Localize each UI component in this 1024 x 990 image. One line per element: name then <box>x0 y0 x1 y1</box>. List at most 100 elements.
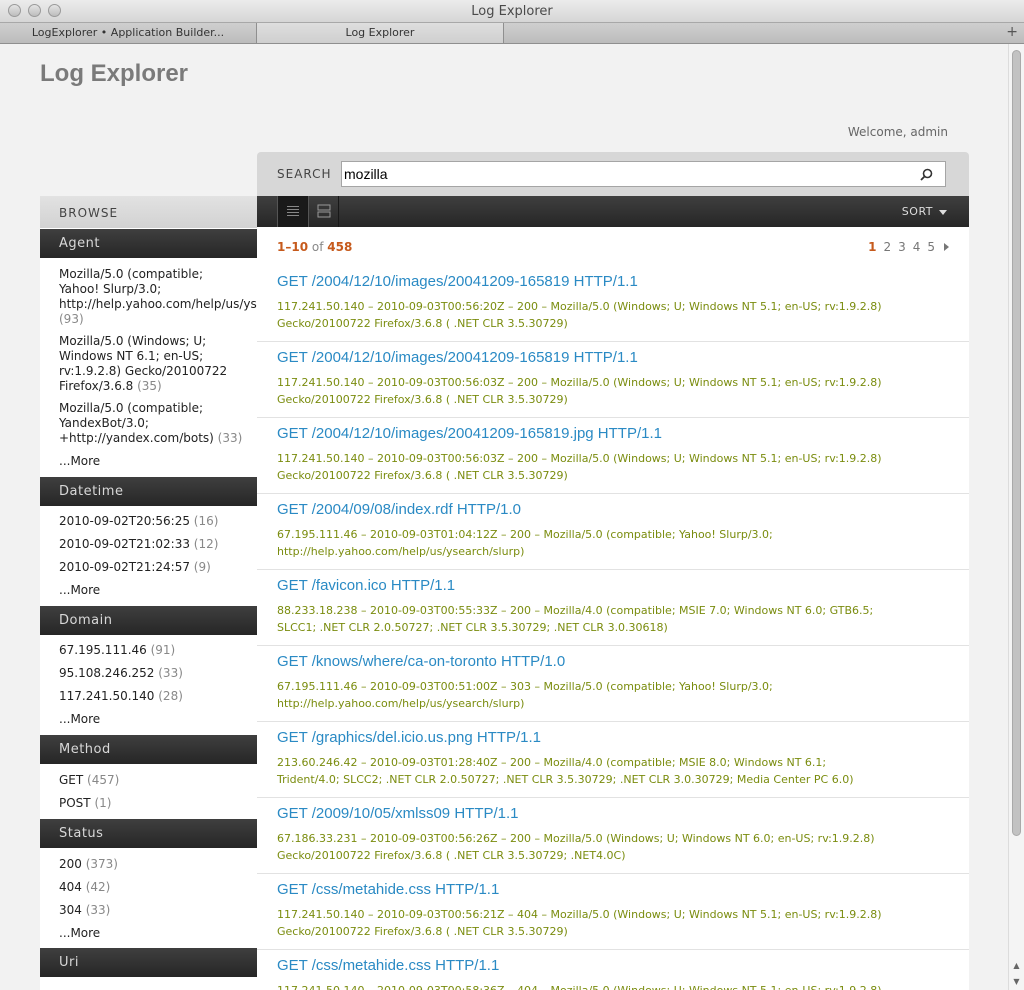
facet-header-method[interactable]: Method <box>40 735 257 764</box>
facet-item-count: (16) <box>193 514 219 528</box>
page-link-2[interactable]: 2 <box>883 240 891 254</box>
search-bar: SEARCH <box>257 152 969 196</box>
result-detail-line: 117.241.50.140 – 2010-09-03T00:56:21Z – … <box>277 908 882 921</box>
result-title-link[interactable]: GET /css/metahide.css HTTP/1.1 <box>277 881 499 898</box>
facet-title: Uri <box>59 955 79 970</box>
tab-application-builder[interactable]: LogExplorer • Application Builder... <box>0 23 257 43</box>
facet-item-count: (457) <box>87 773 120 787</box>
facet-item-text: Mozilla/5.0 (compatible; YandexBot/3.0; … <box>59 401 214 445</box>
result-detail-line: http://help.yahoo.com/help/us/ysearch/sl… <box>277 545 525 558</box>
facet-item-count: (28) <box>158 689 183 703</box>
result-detail-line: 67.195.111.46 – 2010-09-03T01:04:12Z – 2… <box>277 528 773 541</box>
welcome-message: Welcome, admin <box>847 125 948 139</box>
scroll-down-arrow-icon[interactable]: ▼ <box>1009 974 1024 990</box>
chevron-down-icon <box>939 209 947 215</box>
facet-item-method[interactable]: GET (457) <box>59 773 257 788</box>
result-detail: 67.186.33.231 – 2010-09-03T00:56:26Z – 2… <box>277 830 957 864</box>
facet-item-text: 200 <box>59 857 86 871</box>
result-title-link[interactable]: GET /2004/09/08/index.rdf HTTP/1.0 <box>277 501 521 518</box>
result-item: GET /2004/12/10/images/20041209-165819.j… <box>257 418 969 494</box>
result-title-link[interactable]: GET /css/metahide.css HTTP/1.1 <box>277 957 499 974</box>
page-link-4[interactable]: 4 <box>913 240 921 254</box>
facet-item-count: (35) <box>137 379 162 393</box>
result-item: GET /2004/12/10/images/20041209-165819 H… <box>257 342 969 418</box>
facet-item-count: (33) <box>158 666 183 680</box>
facet-item-domain[interactable]: 67.195.111.46 (91) <box>59 643 257 658</box>
result-title-link[interactable]: GET /2004/12/10/images/20041209-165819.j… <box>277 425 662 442</box>
facet-item-domain[interactable]: 95.108.246.252 (33) <box>59 666 257 681</box>
result-title-link[interactable]: GET /2004/12/10/images/20041209-165819 H… <box>277 273 638 290</box>
result-item: GET /graphics/del.icio.us.png HTTP/1.1 2… <box>257 722 969 798</box>
results-of-label: of <box>311 240 324 254</box>
result-detail-line: Gecko/20100722 Firefox/3.6.8 ( .NET CLR … <box>277 849 626 862</box>
page-link-5[interactable]: 5 <box>927 240 935 254</box>
facet-title: Status <box>59 826 104 841</box>
list-view-button[interactable] <box>277 196 308 227</box>
result-detail-line: 67.186.33.231 – 2010-09-03T00:56:26Z – 2… <box>277 832 875 845</box>
more-link-domain[interactable]: ...More <box>59 712 100 726</box>
facet-item-agent[interactable]: Mozilla/5.0 (Windows; U; Windows NT 6.1;… <box>59 334 257 394</box>
page-scrollbar[interactable]: ▲ ▼ <box>1008 44 1024 990</box>
result-detail-line: SLCC1; .NET CLR 2.0.50727; .NET CLR 3.5.… <box>277 621 668 634</box>
facet-item-count: (93) <box>59 312 84 326</box>
result-detail: 117.241.50.140 – 2010-09-03T00:56:20Z – … <box>277 298 957 332</box>
facet-item-datetime[interactable]: 2010-09-02T21:24:57 (9) <box>59 560 257 575</box>
result-item: GET /favicon.ico HTTP/1.1 88.233.18.238 … <box>257 570 969 646</box>
facet-item-text: Mozilla/5.0 (compatible; Yahoo! Slurp/3.… <box>59 267 257 311</box>
facet-item-text: GET <box>59 773 88 787</box>
facet-item-status[interactable]: 404 (42) <box>59 880 257 895</box>
facet-item-domain[interactable]: 117.241.50.140 (28) <box>59 689 257 704</box>
window-titlebar: Log Explorer <box>0 0 1024 23</box>
facet-header-status[interactable]: Status <box>40 819 257 848</box>
facet-item-agent[interactable]: Mozilla/5.0 (compatible; YandexBot/3.0; … <box>59 401 257 446</box>
result-title-link[interactable]: GET /knows/where/ca-on-toronto HTTP/1.0 <box>277 653 565 670</box>
list-view-icon <box>287 206 299 216</box>
result-title-link[interactable]: GET /2009/10/05/xmlss09 HTTP/1.1 <box>277 805 519 822</box>
sort-dropdown[interactable]: SORT <box>902 205 947 218</box>
result-title-link[interactable]: GET /graphics/del.icio.us.png HTTP/1.1 <box>277 729 541 746</box>
facet-header-agent[interactable]: Agent <box>40 229 257 258</box>
scroll-up-arrow-icon[interactable]: ▲ <box>1009 958 1024 974</box>
new-tab-button[interactable]: + <box>1006 24 1018 40</box>
facet-item-count: (33) <box>217 431 243 445</box>
facet-item-count: (33) <box>85 903 111 917</box>
facet-header-uri[interactable]: Uri <box>40 948 257 977</box>
facet-item-datetime[interactable]: 2010-09-02T21:02:33 (12) <box>59 537 257 552</box>
facet-item-text: 304 <box>59 903 86 917</box>
next-page-icon[interactable] <box>944 243 949 251</box>
result-item: GET /2004/09/08/index.rdf HTTP/1.0 67.19… <box>257 494 969 570</box>
results-total: 458 <box>327 240 353 254</box>
page-link-1[interactable]: 1 <box>868 240 876 254</box>
pagination: 12345 <box>861 240 949 254</box>
facet-item-text: 67.195.111.46 <box>59 643 151 657</box>
result-detail: 117.241.50.140 – 2010-09-03T00:56:03Z – … <box>277 374 957 408</box>
search-label: SEARCH <box>277 167 332 181</box>
facet-item-status[interactable]: 304 (33) <box>59 903 257 918</box>
results-range-value: 1–10 <box>277 240 309 254</box>
more-link-agent[interactable]: ...More <box>59 454 100 468</box>
page-link-3[interactable]: 3 <box>898 240 906 254</box>
scrollbar-thumb[interactable] <box>1012 50 1021 836</box>
facet-item-status[interactable]: 200 (373) <box>59 857 257 872</box>
facet-item-count: (373) <box>85 857 118 871</box>
facet-item-agent[interactable]: Mozilla/5.0 (compatible; Yahoo! Slurp/3.… <box>59 267 257 327</box>
facet-item-datetime[interactable]: 2010-09-02T20:56:25 (16) <box>59 514 257 529</box>
result-item: GET /css/metahide.css HTTP/1.1 117.241.5… <box>257 874 969 950</box>
result-item: GET /css/metahide.css HTTP/1.1 117.241.5… <box>257 950 969 990</box>
result-title-link[interactable]: GET /2004/12/10/images/20041209-165819 H… <box>277 349 638 366</box>
facet-item-text: 117.241.50.140 <box>59 689 159 703</box>
scroll-arrows[interactable]: ▲ ▼ <box>1009 958 1024 990</box>
facet-header-datetime[interactable]: Datetime <box>40 477 257 506</box>
facet-item-method[interactable]: POST (1) <box>59 796 257 811</box>
tab-log-explorer[interactable]: Log Explorer <box>257 23 504 43</box>
search-input[interactable] <box>341 161 946 187</box>
detail-view-button[interactable] <box>308 196 339 227</box>
result-title-link[interactable]: GET /favicon.ico HTTP/1.1 <box>277 577 455 594</box>
more-link-status[interactable]: ...More <box>59 926 100 940</box>
result-item: GET /2009/10/05/xmlss09 HTTP/1.1 67.186.… <box>257 798 969 874</box>
search-icon[interactable] <box>920 168 933 181</box>
page-title: Log Explorer <box>40 60 189 87</box>
facet-header-domain[interactable]: Domain <box>40 606 257 635</box>
more-link-datetime[interactable]: ...More <box>59 583 100 597</box>
result-item: GET /knows/where/ca-on-toronto HTTP/1.0 … <box>257 646 969 722</box>
